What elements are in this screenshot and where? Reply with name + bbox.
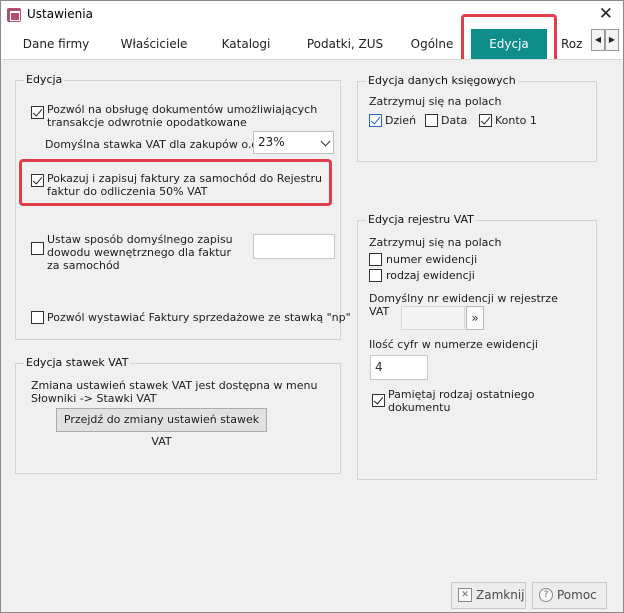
reverse-charge-label-1: Pozwól na obsługę dokumentów umożliwiają… — [47, 103, 318, 116]
np-invoices-label: Pozwól wystawiać Faktury sprzedażowe ze … — [47, 311, 351, 324]
group-ksiegowe-title: Edycja danych księgowych — [366, 74, 518, 87]
numer-ewidencji-label: numer ewidencji — [386, 253, 478, 266]
close-button[interactable]: ✕ Zamknij — [451, 582, 526, 609]
group-rejestr-title: Edycja rejestru VAT — [366, 213, 476, 226]
digits-label: Ilość cyfr w numerze ewidencji — [369, 338, 538, 351]
remember-doc-type-label-1: Pamiętaj rodzaj ostatniego — [388, 388, 535, 401]
group-stawki-title: Edycja stawek VAT — [24, 356, 131, 369]
tab-wlasciciele[interactable]: Właściciele — [111, 29, 197, 59]
help-icon: ? — [539, 588, 553, 602]
tab-roz[interactable]: Roz — [561, 29, 589, 59]
field-konto1-label: Konto 1 — [495, 114, 537, 127]
tab-scroll-right-icon[interactable]: ▶ — [605, 29, 619, 51]
window-title: Ustawienia — [27, 7, 93, 21]
open-vat-rates-button[interactable]: Przejdź do zmiany ustawień stawek VAT — [56, 408, 267, 448]
internal-doc-label-3: za samochód — [47, 259, 120, 272]
rejestr-stop-label: Zatrzymuj się na polach — [369, 236, 502, 249]
vat-rate-value: 23% — [258, 135, 285, 149]
app-icon — [7, 8, 21, 22]
reverse-charge-checkbox[interactable] — [31, 106, 44, 119]
rodzaj-ewidencji-checkbox[interactable] — [369, 269, 382, 282]
internal-doc-label-1: Ustaw sposób domyślnego zapisu — [47, 233, 233, 246]
help-button[interactable]: ? Pomoc — [532, 582, 607, 609]
nr-ewidencji-picker-button[interactable]: » — [466, 306, 484, 330]
tab-katalogi[interactable]: Katalogi — [211, 29, 281, 59]
car-invoices-label-1: Pokazuj i zapisuj faktury za samochód do… — [47, 172, 322, 185]
group-edycja: Edycja Pozwól na obsługę dokumentów umoż… — [15, 73, 351, 340]
title-bar: Ustawienia ✕ — [1, 1, 623, 29]
ksiegowe-stop-label: Zatrzymuj się na polach — [369, 95, 502, 108]
field-data-checkbox[interactable] — [425, 114, 438, 127]
field-konto1-checkbox[interactable] — [479, 114, 492, 127]
tab-bar: Dane firmy Właściciele Katalogi Podatki,… — [1, 29, 623, 59]
close-icon: ✕ — [458, 588, 472, 602]
internal-doc-checkbox[interactable] — [31, 242, 44, 255]
car-invoices-checkbox[interactable] — [31, 174, 44, 187]
group-ksiegowe: Edycja danych księgowych Zatrzymuj się n… — [357, 74, 597, 162]
internal-doc-input[interactable] — [253, 234, 335, 259]
tab-dane-firmy[interactable]: Dane firmy — [15, 29, 97, 59]
car-invoices-label-2: faktur do odliczenia 50% VAT — [47, 185, 208, 198]
tab-edycja[interactable]: Edycja — [471, 29, 547, 59]
field-dzien-checkbox[interactable] — [369, 114, 382, 127]
vat-rate-select[interactable]: 23% — [253, 131, 334, 154]
remember-doc-type-label-2: dokumentu — [388, 401, 451, 414]
stawki-info-1: Zmiana ustawień stawek VAT jest dostępna… — [31, 379, 318, 392]
remember-doc-type-checkbox[interactable] — [372, 394, 385, 407]
group-rejestr: Edycja rejestru VAT Zatrzymuj się na pol… — [357, 213, 597, 480]
nr-ewidencji-label-2: VAT — [369, 305, 390, 318]
nr-ewidencji-input[interactable] — [401, 306, 465, 330]
help-button-label: Pomoc — [557, 588, 597, 602]
tab-scroll-left-icon[interactable]: ◀ — [591, 29, 605, 51]
tab-content: Edycja Pozwól na obsługę dokumentów umoż… — [2, 59, 622, 612]
digits-input[interactable]: 4 — [370, 355, 428, 380]
reverse-charge-label-2: transakcje odwrotnie opodatkowane — [47, 116, 247, 129]
field-dzien-label: Dzień — [385, 114, 417, 127]
tab-ogolne[interactable]: Ogólne — [399, 29, 465, 59]
group-stawki-vat: Edycja stawek VAT Zmiana ustawień stawek… — [15, 356, 341, 474]
settings-window: Ustawienia ✕ Dane firmy Właściciele Kata… — [0, 0, 624, 613]
internal-doc-label-2: dowodu wewnętrznego dla faktur — [47, 246, 232, 259]
field-data-label: Data — [441, 114, 468, 127]
vat-rate-label: Domyślna stawka VAT dla zakupów o.o. — [45, 138, 262, 151]
stawki-info-2: Słowniki -> Stawki VAT — [31, 392, 157, 405]
numer-ewidencji-checkbox[interactable] — [369, 253, 382, 266]
nr-ewidencji-label-1: Domyślny nr ewidencji w rejestrze — [369, 292, 558, 305]
rodzaj-ewidencji-label: rodzaj ewidencji — [386, 269, 475, 282]
np-invoices-checkbox[interactable] — [31, 311, 44, 324]
tab-podatki-zus[interactable]: Podatki, ZUS — [297, 29, 393, 59]
chevron-down-icon — [320, 136, 331, 147]
close-button-label: Zamknij — [476, 588, 525, 602]
group-edycja-title: Edycja — [24, 73, 65, 86]
close-icon[interactable]: ✕ — [599, 4, 613, 24]
